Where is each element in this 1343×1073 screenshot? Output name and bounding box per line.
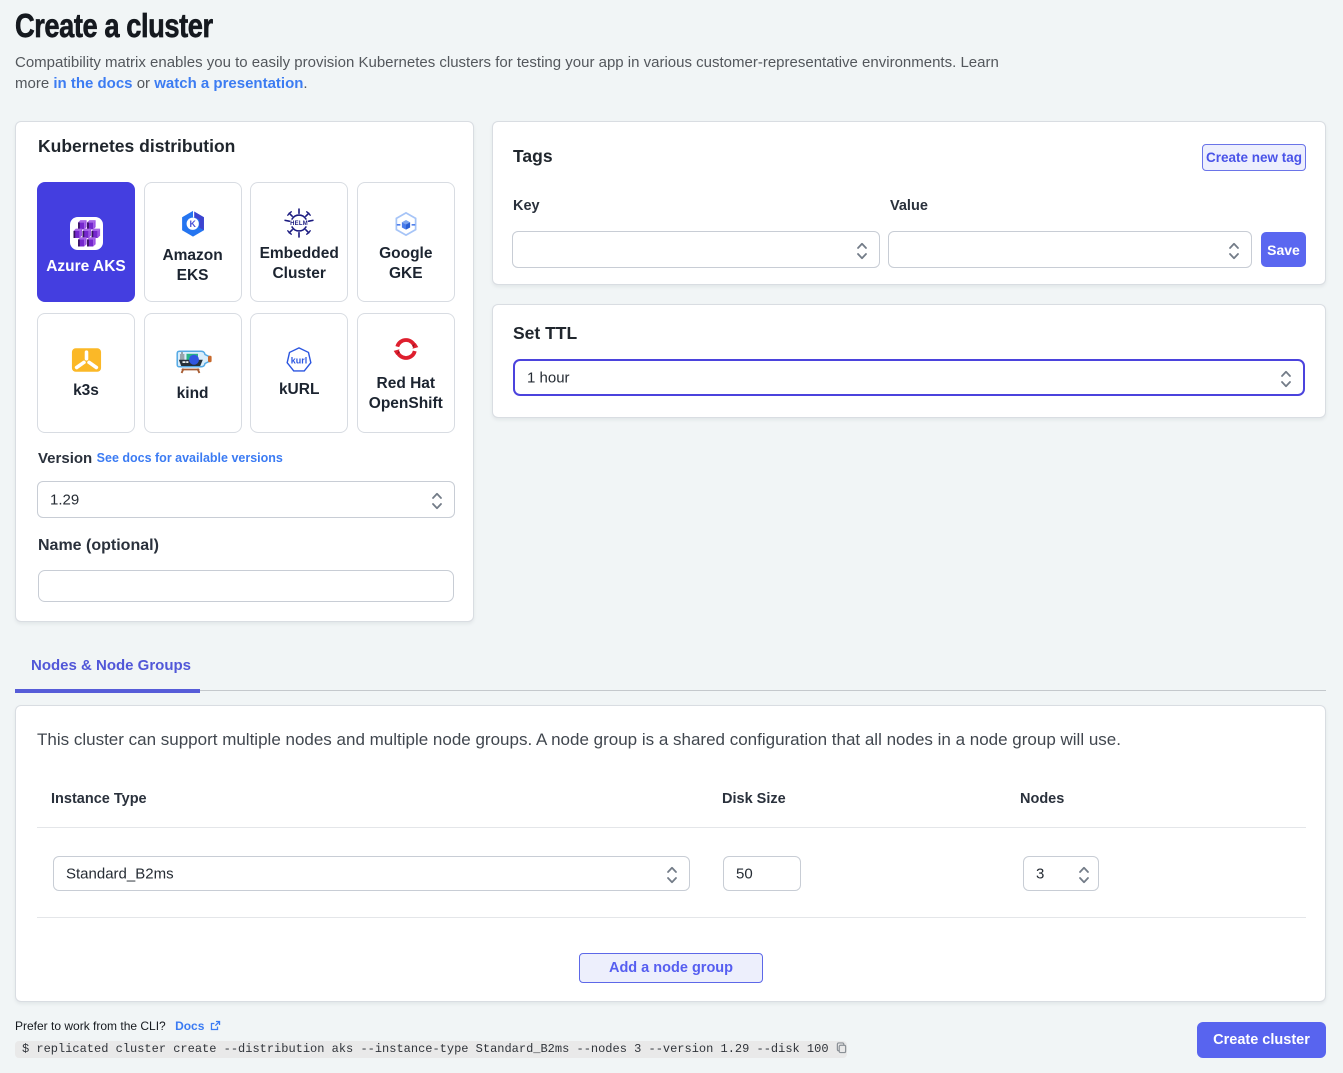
svg-text:K: K [189,219,196,229]
svg-text:HELM: HELM [290,221,308,227]
svg-text:kurl: kurl [291,356,307,366]
